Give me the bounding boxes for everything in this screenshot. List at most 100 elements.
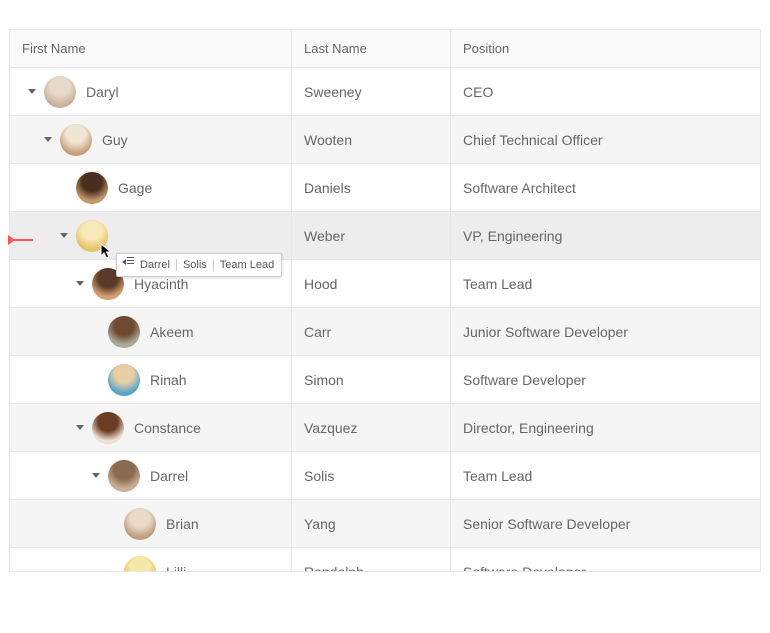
expand-toggle: [92, 377, 108, 382]
position-text: Software Developer: [463, 564, 586, 573]
cell-position: Team Lead: [451, 260, 761, 307]
cell-first-name: Gage: [10, 164, 292, 211]
cell-first-name: Akeem: [10, 308, 292, 355]
table-row[interactable]: Weber VP, Engineering: [10, 212, 761, 260]
position-text: Team Lead: [463, 468, 532, 484]
tree-list-grid: First Name Last Name Position Daryl Sween…: [9, 29, 761, 572]
cell-last-name: Sweeney: [292, 68, 451, 115]
avatar: [92, 412, 124, 444]
first-name-text: Gage: [118, 180, 152, 196]
cell-first-name: Guy: [10, 116, 292, 163]
last-name-text: Yang: [304, 516, 336, 532]
cell-position: Team Lead: [451, 452, 761, 499]
column-header-row: First Name Last Name Position: [10, 30, 761, 68]
chevron-down-icon: [76, 425, 84, 430]
table-row[interactable]: Brian Yang Senior Software Developer: [10, 500, 761, 548]
expand-toggle: [108, 521, 124, 526]
column-header-last-name[interactable]: Last Name: [292, 30, 451, 67]
last-name-text: Hood: [304, 276, 337, 292]
cell-position: Software Developer: [451, 356, 761, 403]
cell-first-name: Darrel: [10, 452, 292, 499]
cell-last-name: Carr: [292, 308, 451, 355]
column-header-first-name[interactable]: First Name: [10, 30, 292, 67]
cell-last-name: Hood: [292, 260, 451, 307]
cell-first-name: Brian: [10, 500, 292, 547]
first-name-text: Hyacinth: [134, 276, 188, 292]
position-text: CEO: [463, 84, 493, 100]
avatar: [92, 268, 124, 300]
cell-first-name: Constance: [10, 404, 292, 451]
avatar: [124, 556, 156, 573]
cell-first-name: Daryl: [10, 68, 292, 115]
last-name-text: Randolph: [304, 564, 364, 573]
chevron-down-icon: [28, 89, 36, 94]
cell-position: Software Architect: [451, 164, 761, 211]
avatar: [108, 460, 140, 492]
position-text: Software Developer: [463, 372, 586, 388]
column-header-position[interactable]: Position: [451, 30, 761, 67]
cell-last-name: Simon: [292, 356, 451, 403]
cell-last-name: Solis: [292, 452, 451, 499]
last-name-text: Daniels: [304, 180, 351, 196]
table-row[interactable]: Constance Vazquez Director, Engineering: [10, 404, 761, 452]
last-name-text: Wooten: [304, 132, 352, 148]
position-text: VP, Engineering: [463, 228, 562, 244]
avatar: [44, 76, 76, 108]
expand-toggle: [60, 185, 76, 190]
table-row[interactable]: Darrel Solis Team Lead: [10, 452, 761, 500]
cell-last-name: Randolph: [292, 548, 451, 572]
cell-first-name: Rinah: [10, 356, 292, 403]
table-row[interactable]: LilliRandolphSoftware Developer: [10, 548, 761, 572]
position-text: Junior Software Developer: [463, 324, 628, 340]
first-name-text: Constance: [134, 420, 201, 436]
chevron-down-icon: [44, 137, 52, 142]
last-name-text: Sweeney: [304, 84, 362, 100]
position-text: Chief Technical Officer: [463, 132, 603, 148]
cell-last-name: Weber: [292, 212, 451, 259]
first-name-text: Brian: [166, 516, 199, 532]
first-name-text: Akeem: [150, 324, 194, 340]
position-text: Software Architect: [463, 180, 576, 196]
table-row[interactable]: Guy Wooten Chief Technical Officer: [10, 116, 761, 164]
expand-toggle[interactable]: [76, 425, 92, 430]
cell-position: Software Developer: [451, 548, 761, 572]
first-name-text: Darrel: [150, 468, 188, 484]
expand-toggle[interactable]: [28, 89, 44, 94]
cell-position: Chief Technical Officer: [451, 116, 761, 163]
table-row[interactable]: Hyacinth Hood Team Lead: [10, 260, 761, 308]
chevron-down-icon: [76, 281, 84, 286]
expand-toggle: [108, 569, 124, 572]
row-drop-indicator: [9, 239, 33, 241]
table-row[interactable]: Daryl Sweeney CEO: [10, 68, 761, 116]
table-row[interactable]: Akeem Carr Junior Software Developer: [10, 308, 761, 356]
avatar: [108, 364, 140, 396]
expand-toggle: [92, 329, 108, 334]
expand-toggle[interactable]: [60, 233, 76, 238]
cell-last-name: Wooten: [292, 116, 451, 163]
expand-toggle[interactable]: [92, 473, 108, 478]
cell-last-name: Daniels: [292, 164, 451, 211]
cell-first-name: Hyacinth: [10, 260, 292, 307]
cell-position: CEO: [451, 68, 761, 115]
position-text: Director, Engineering: [463, 420, 594, 436]
avatar: [76, 172, 108, 204]
chevron-down-icon: [60, 233, 68, 238]
first-name-text: Guy: [102, 132, 128, 148]
position-text: Team Lead: [463, 276, 532, 292]
table-row[interactable]: Rinah Simon Software Developer: [10, 356, 761, 404]
expand-toggle[interactable]: [44, 137, 60, 142]
expand-toggle[interactable]: [76, 281, 92, 286]
cell-position: Senior Software Developer: [451, 500, 761, 547]
cell-first-name: [10, 212, 292, 259]
cell-position: VP, Engineering: [451, 212, 761, 259]
first-name-text: Rinah: [150, 372, 187, 388]
avatar: [124, 508, 156, 540]
cell-last-name: Vazquez: [292, 404, 451, 451]
last-name-text: Carr: [304, 324, 331, 340]
avatar: [108, 316, 140, 348]
last-name-text: Vazquez: [304, 420, 357, 436]
last-name-text: Solis: [304, 468, 334, 484]
table-row[interactable]: Gage Daniels Software Architect: [10, 164, 761, 212]
first-name-text: Daryl: [86, 84, 119, 100]
cell-position: Junior Software Developer: [451, 308, 761, 355]
